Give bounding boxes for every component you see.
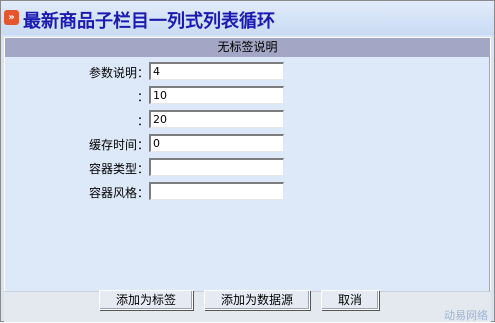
param-2-label: ： <box>136 90 149 104</box>
form-row-param-description: 参数说明： 4 <box>5 62 490 82</box>
form-row-container-type: 容器类型： <box>5 158 490 178</box>
dialog-title: 最新商品子栏目一列式列表循环 <box>23 11 275 32</box>
container-type-input[interactable] <box>149 158 284 176</box>
container-style-input[interactable] <box>149 182 284 200</box>
section-header: 无标签说明 <box>5 38 490 57</box>
param-description-label: 参数说明： <box>88 66 149 80</box>
cache-time-label: 缓存时间： <box>88 138 149 152</box>
title-bar: » 最新商品子栏目一列式列表循环 <box>1 1 494 35</box>
param-3-input[interactable]: 20 <box>149 110 284 128</box>
param-description-input[interactable]: 4 <box>149 62 284 80</box>
param-2-input[interactable]: 10 <box>149 86 284 104</box>
form-row-container-style: 容器风格： <box>5 182 490 202</box>
double-chevron-icon: » <box>4 10 19 25</box>
cancel-button[interactable]: 取消 <box>321 290 379 310</box>
add-as-tag-button[interactable]: 添加为标签 <box>99 290 193 310</box>
form-row-param-3: ： 20 <box>5 110 490 130</box>
form-row-param-2: ： 10 <box>5 86 490 106</box>
cache-time-input[interactable]: 0 <box>149 134 284 152</box>
container-type-label: 容器类型： <box>88 162 149 176</box>
param-3-label: ： <box>136 114 149 128</box>
add-as-datasource-button[interactable]: 添加为数据源 <box>204 290 310 310</box>
container-style-label: 容器风格： <box>88 186 149 200</box>
form-row-cache-time: 缓存时间： 0 <box>5 134 490 154</box>
form-panel: 无标签说明 参数说明： 4 ： 10 ： 20 缓存时间： 0 容器类型： 容器… <box>4 37 491 293</box>
dialog-window: » 最新商品子栏目一列式列表循环 无标签说明 参数说明： 4 ： 10 ： 20… <box>0 0 495 322</box>
watermark-text: 动易网络 <box>444 309 488 322</box>
